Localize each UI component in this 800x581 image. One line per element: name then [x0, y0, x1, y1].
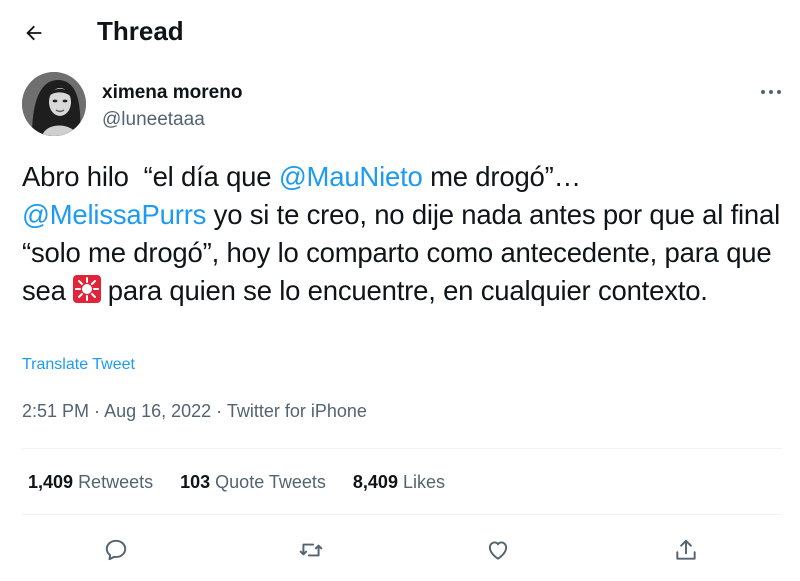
retweet-icon — [299, 543, 323, 557]
avatar-image — [22, 72, 86, 136]
share-icon — [676, 539, 696, 560]
thread-header: Thread — [0, 0, 800, 62]
tweet-text: Abro hilo “el día que @MauNieto me drogó… — [22, 158, 792, 314]
meta-separator: · — [89, 401, 105, 421]
quote-tweets-stat[interactable]: 103 Quote Tweets — [180, 470, 326, 494]
quote-tweets-label: Quote Tweets — [215, 472, 326, 492]
mention-link[interactable]: @MelissaPurrs — [22, 199, 206, 230]
tweet-text-part: me drogó”… — [422, 161, 581, 192]
more-button[interactable] — [748, 80, 782, 104]
retweets-stat[interactable]: 1,409 Retweets — [28, 470, 153, 494]
meta-separator: · — [211, 401, 227, 421]
tweet-actions — [0, 526, 800, 574]
reply-button[interactable] — [100, 534, 132, 566]
tweet-text-part: para quien se lo encuentre, en cualquier… — [107, 275, 708, 306]
tweet-source[interactable]: Twitter for iPhone — [227, 401, 367, 421]
like-icon — [488, 541, 508, 560]
tweet-time[interactable]: 2:51 PM — [22, 401, 89, 421]
back-button[interactable] — [16, 15, 52, 51]
author-handle[interactable]: @luneetaaa — [102, 109, 205, 131]
retweet-button[interactable] — [295, 534, 327, 566]
reply-icon — [105, 539, 127, 561]
divider — [22, 514, 782, 515]
tweet-text-part: Abro hilo “el día que — [22, 161, 279, 192]
translate-tweet-link[interactable]: Translate Tweet — [22, 355, 135, 375]
avatar[interactable] — [22, 72, 86, 136]
likes-count: 8,409 — [352, 472, 398, 492]
more-horizontal-icon — [761, 90, 781, 94]
mention-link[interactable]: @MauNieto — [279, 161, 423, 192]
likes-label: Likes — [402, 472, 445, 492]
like-button[interactable] — [482, 534, 514, 566]
retweets-label: Retweets — [78, 472, 154, 492]
author-name[interactable]: ximena moreno — [102, 82, 242, 104]
divider — [22, 448, 782, 449]
retweets-count: 1,409 — [28, 472, 74, 492]
tweet-author: ximena moreno @luneetaaa — [22, 72, 782, 142]
arrow-left-icon — [26, 25, 42, 41]
tweet-meta: 2:51 PM · Aug 16, 2022 · Twitter for iPh… — [22, 399, 367, 423]
page-title: Thread — [97, 16, 184, 46]
quote-tweets-count: 103 — [180, 472, 211, 492]
tweet-stats: 1,409 Retweets 103 Quote Tweets 8,409 Li… — [28, 470, 472, 494]
likes-stat[interactable]: 8,409 Likes — [353, 470, 445, 494]
share-button[interactable] — [670, 534, 702, 566]
rotating-light-icon — [72, 274, 102, 314]
tweet-date[interactable]: Aug 16, 2022 — [104, 401, 211, 421]
